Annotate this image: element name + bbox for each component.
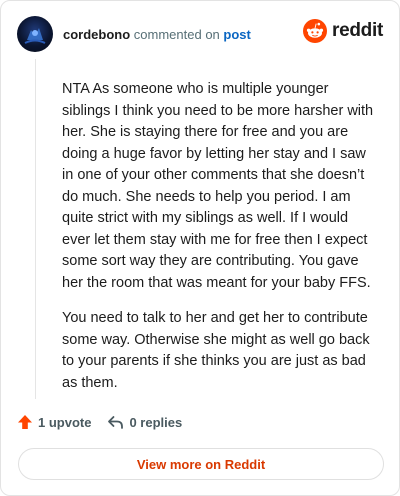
avatar-creature-icon: [24, 28, 46, 44]
comment-paragraph-1: NTA As someone who is multiple younger s…: [62, 81, 374, 291]
byline: cordebono commented on post: [63, 27, 251, 42]
upvote-arrow-icon: [18, 415, 32, 429]
reddit-logo[interactable]: reddit: [303, 19, 383, 43]
upvote-button[interactable]: 1 upvote: [17, 414, 91, 430]
embedded-comment-card: cordebono commented on post reddit NTA A…: [0, 0, 400, 496]
reddit-snoo-icon: [303, 19, 328, 43]
post-link[interactable]: post: [223, 27, 250, 42]
reddit-wordmark: reddit: [332, 20, 383, 41]
replies-count: 0 replies: [129, 414, 183, 430]
replies-button[interactable]: 0 replies: [107, 414, 182, 430]
thread-line: [35, 59, 36, 399]
upvote-count: 1 upvote: [38, 414, 92, 430]
commented-on-text: commented on: [133, 26, 220, 42]
comment-header: cordebono commented on post reddit: [17, 15, 383, 53]
comment-actions: 1 upvote 0 replies: [17, 414, 182, 430]
username-link[interactable]: cordebono: [63, 27, 130, 42]
reply-arrow-icon: [108, 416, 124, 429]
comment-paragraph-2: You need to talk to her and get her to c…: [62, 310, 370, 391]
view-more-button[interactable]: View more on Reddit: [18, 448, 384, 480]
avatar[interactable]: [17, 16, 53, 52]
comment-body: NTA As someone who is multiple younger s…: [62, 79, 380, 408]
